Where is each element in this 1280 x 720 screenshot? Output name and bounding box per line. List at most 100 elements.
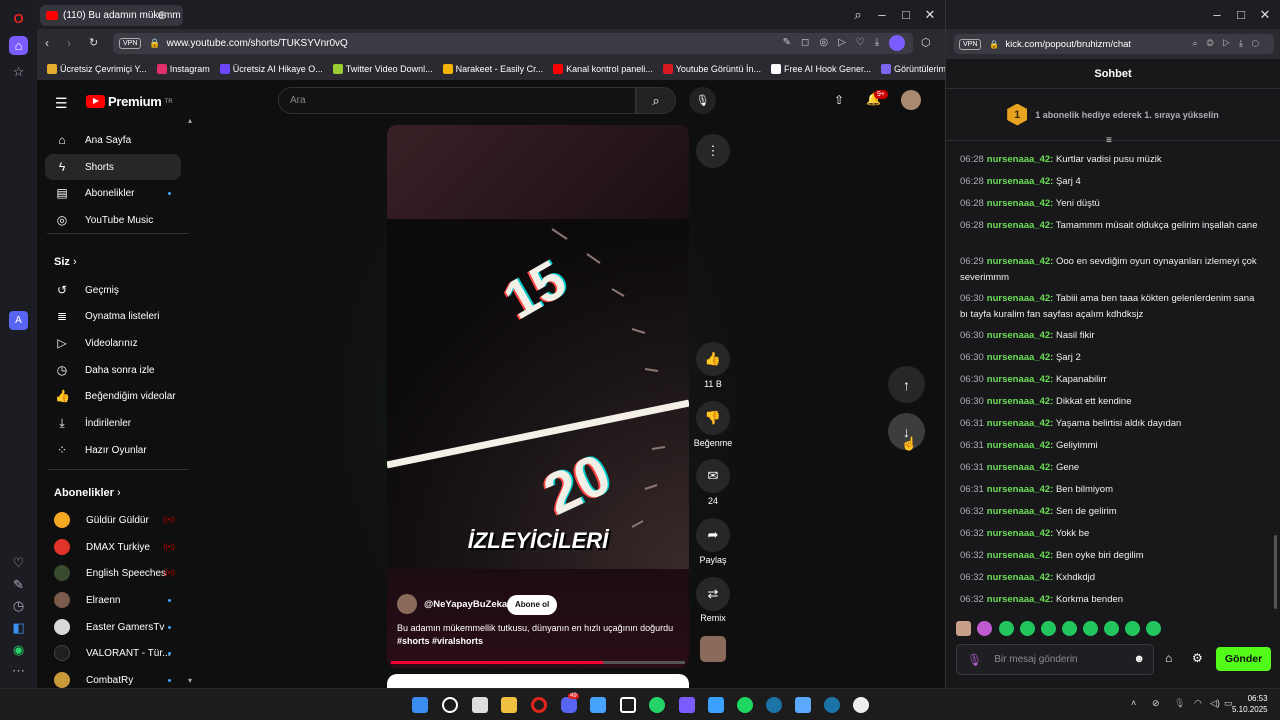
comments-button[interactable]: ✉ bbox=[696, 459, 730, 493]
speed-dial-icon[interactable]: ☆ bbox=[9, 62, 28, 81]
nav-subscriptions[interactable]: ▤ Abonelikler bbox=[45, 180, 181, 206]
opera-logo-icon[interactable]: O bbox=[9, 9, 28, 28]
dislike-button[interactable]: 👎 bbox=[696, 401, 730, 435]
subscription-item[interactable]: English Speeches ((•)) bbox=[45, 561, 181, 585]
network-off-icon[interactable]: ⊘ bbox=[1152, 698, 1160, 709]
nav-playables[interactable]: ⁘ Hazır Oyunlar bbox=[45, 437, 181, 463]
vpn-badge[interactable]: VPN bbox=[959, 38, 982, 50]
address-actions-icon[interactable]: ⌕◎▷⤓⬡ bbox=[1192, 38, 1268, 49]
forward-icon[interactable]: › bbox=[67, 36, 71, 50]
gift-promo-banner[interactable]: 1 1 abonelik hediye ederek 1. sıraya yük… bbox=[946, 89, 1280, 141]
channel-handle[interactable]: @NeYapayBuZeka bbox=[424, 599, 507, 610]
tray-overflow-icon[interactable]: ˄ bbox=[1131, 698, 1136, 708]
subscription-item[interactable]: Güldür Güldür ((•)) bbox=[45, 508, 181, 532]
username[interactable]: nursenaaa_42: bbox=[987, 256, 1054, 267]
vpn-badge[interactable]: VPN bbox=[119, 38, 142, 49]
account-avatar[interactable] bbox=[901, 90, 921, 110]
channel-avatar[interactable] bbox=[397, 594, 417, 614]
username[interactable]: nursenaaa_42: bbox=[987, 374, 1054, 385]
emote-icon[interactable] bbox=[1146, 621, 1161, 636]
nav-downloads[interactable]: ⤓ İndirilenler bbox=[45, 410, 181, 436]
steam-icon-2[interactable] bbox=[824, 697, 840, 713]
you-heading[interactable]: Siz › bbox=[54, 256, 77, 268]
history-icon[interactable]: ◷ bbox=[9, 596, 28, 615]
opera-icon[interactable] bbox=[531, 697, 547, 713]
maximize-icon[interactable]: □ bbox=[1232, 6, 1250, 24]
youtube-logo[interactable]: Premium TR bbox=[86, 94, 173, 109]
search-icon[interactable] bbox=[442, 697, 458, 713]
app-icon[interactable] bbox=[795, 697, 811, 713]
username[interactable]: nursenaaa_42: bbox=[987, 506, 1054, 517]
pinned-toggle-icon[interactable]: ≡ bbox=[1106, 135, 1112, 146]
minimize-icon[interactable]: – bbox=[873, 6, 891, 24]
username[interactable]: nursenaaa_42: bbox=[987, 330, 1054, 341]
bookmark-item[interactable]: Instagram bbox=[156, 64, 210, 74]
hashtags[interactable]: #shorts #viralshorts bbox=[397, 636, 483, 646]
username[interactable]: nursenaaa_42: bbox=[987, 154, 1054, 165]
emote-icon[interactable] bbox=[1062, 621, 1077, 636]
chat-scrollbar[interactable] bbox=[1274, 535, 1277, 609]
clock[interactable]: 06:53 5.10.2025 bbox=[1232, 693, 1268, 715]
username[interactable]: nursenaaa_42: bbox=[987, 352, 1054, 363]
spotify-icon[interactable] bbox=[737, 697, 753, 713]
steam-icon[interactable] bbox=[766, 697, 782, 713]
edit-icon[interactable]: ✎ bbox=[9, 575, 28, 594]
username[interactable]: nursenaaa_42: bbox=[987, 594, 1054, 605]
nav-your-videos[interactable]: ▷ Videolarınız bbox=[45, 330, 181, 356]
emote-icon[interactable] bbox=[1083, 621, 1098, 636]
subscription-item[interactable]: Easter GamersTv bbox=[45, 615, 181, 639]
search-input[interactable]: Ara bbox=[278, 87, 636, 114]
username[interactable]: nursenaaa_42: bbox=[987, 418, 1054, 429]
nav-playlists[interactable]: ≣ Oynatma listeleri bbox=[45, 303, 181, 329]
subscription-item[interactable]: Elraenn bbox=[45, 588, 181, 612]
wifi-icon[interactable]: ◠ bbox=[1194, 698, 1202, 709]
bookmark-item[interactable]: Ücretsiz Çevrimiçi Y... bbox=[47, 64, 147, 74]
outlook-icon[interactable]: ◧ bbox=[9, 618, 28, 637]
nav-shorts[interactable]: ϟ Shorts bbox=[45, 154, 181, 180]
capcut-icon[interactable] bbox=[620, 697, 636, 713]
nav-watch-later[interactable]: ◷ Daha sonra izle bbox=[45, 357, 181, 383]
like-button[interactable]: 👍 bbox=[696, 342, 730, 376]
subscription-item[interactable]: DMAX Turkiye ((•)) bbox=[45, 535, 181, 559]
bookmark-item[interactable]: Twitter Video Downl... bbox=[332, 64, 433, 74]
task-view-icon[interactable] bbox=[472, 697, 488, 713]
bookmark-item[interactable]: Kanal kontrol paneli... bbox=[553, 64, 653, 74]
scroll-up-icon[interactable]: ▴ bbox=[188, 116, 192, 125]
video-progress-track[interactable] bbox=[391, 661, 685, 664]
more-icon[interactable]: ⋯ bbox=[9, 661, 28, 680]
subscription-item[interactable]: VALORANT - Tür... bbox=[45, 641, 181, 665]
home-icon[interactable]: ⌂ bbox=[9, 36, 28, 55]
scroll-down-icon[interactable]: ▾ bbox=[188, 676, 192, 685]
emote-icon[interactable] bbox=[1104, 621, 1119, 636]
profile-icon[interactable] bbox=[889, 35, 905, 51]
previous-short-button[interactable]: ↑ bbox=[888, 366, 925, 403]
heart-icon[interactable]: ♡ bbox=[9, 553, 28, 572]
menu-icon[interactable]: ☰ bbox=[55, 95, 68, 112]
address-actions-icon[interactable]: ✎◻◎▷♡⤓≡ bbox=[783, 37, 905, 48]
minimize-icon[interactable]: – bbox=[1208, 6, 1226, 24]
search-tabs-icon[interactable]: ⌕ bbox=[849, 6, 867, 24]
emote-icon[interactable] bbox=[999, 621, 1014, 636]
username[interactable]: nursenaaa_42: bbox=[987, 528, 1054, 539]
extensions-icon[interactable]: ⬡ bbox=[921, 36, 931, 49]
sound-thumbnail[interactable] bbox=[700, 636, 726, 662]
username[interactable]: nursenaaa_42: bbox=[987, 484, 1054, 495]
nav-youtube-music[interactable]: ◎ YouTube Music bbox=[45, 207, 181, 233]
username[interactable]: nursenaaa_42: bbox=[987, 462, 1054, 473]
microphone-tray-icon[interactable]: 🎙 bbox=[1174, 698, 1185, 709]
bookmark-item[interactable]: Free AI Hook Gener... bbox=[770, 64, 871, 74]
emoji-icon[interactable]: ☻ bbox=[1133, 653, 1145, 665]
emote-icon[interactable] bbox=[1020, 621, 1035, 636]
username[interactable]: nursenaaa_42: bbox=[987, 198, 1054, 209]
bookmark-item[interactable]: Ücretsiz AI Hikaye O... bbox=[219, 64, 323, 74]
subscribe-button[interactable]: Abone ol bbox=[507, 595, 558, 615]
bookmark-item[interactable]: Youtube Görüntü İn... bbox=[662, 64, 761, 74]
close-icon[interactable]: ✕ bbox=[921, 6, 939, 24]
volume-icon[interactable]: ◁) bbox=[1210, 698, 1220, 709]
address-field[interactable]: VPN 🔒 www.youtube.com/shorts/TUKSYVnr0vQ… bbox=[113, 33, 913, 54]
new-tab-icon[interactable]: ⊕ bbox=[155, 8, 169, 22]
username[interactable]: nursenaaa_42: bbox=[987, 220, 1054, 231]
chat-input[interactable]: 🎙 Bir mesaj gönderin ☻ bbox=[956, 644, 1154, 675]
subscriptions-heading[interactable]: Abonelikler › bbox=[54, 487, 121, 499]
nav-liked-videos[interactable]: 👍 Beğendiğim videolar bbox=[45, 383, 181, 409]
